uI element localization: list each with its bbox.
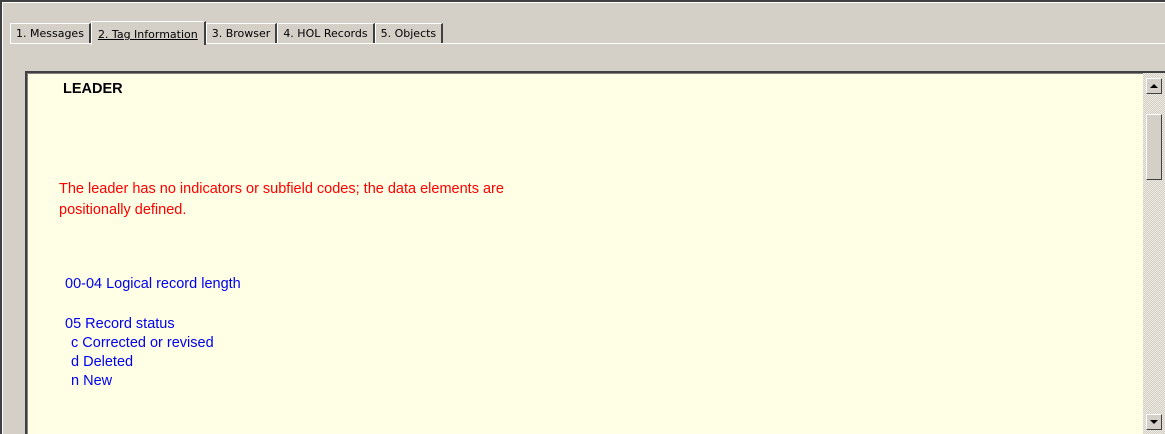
tab-label: 3. Browser	[211, 27, 271, 40]
tag-information-panel: LEADER The leader has no indicators or s…	[25, 71, 1165, 434]
tab-tag-information[interactable]: 2. Tag Information	[90, 21, 206, 45]
tab-objects[interactable]: 5. Objects	[374, 23, 444, 43]
position-entry: 05 Record status c Corrected or revised …	[65, 315, 241, 391]
leader-note-line: positionally defined.	[59, 202, 187, 218]
tab-label: 5. Objects	[380, 27, 437, 40]
tab-label: 4. HOL Records	[283, 27, 368, 40]
position-entry-title: 05 Record status	[65, 316, 175, 332]
tag-information-content[interactable]: LEADER The leader has no indicators or s…	[27, 73, 1140, 434]
position-entry-code: n New	[71, 373, 113, 389]
scroll-up-button[interactable]	[1146, 78, 1162, 94]
leader-note: The leader has no indicators or subfield…	[59, 179, 699, 221]
position-entry-code: d Deleted	[71, 354, 134, 370]
vertical-scrollbar[interactable]	[1143, 73, 1165, 434]
scrollbar-thumb[interactable]	[1146, 114, 1162, 180]
scroll-down-arrow-icon	[1150, 420, 1158, 424]
position-entry-code: c Corrected or revised	[71, 335, 214, 351]
scroll-up-arrow-icon	[1150, 84, 1158, 88]
tab-strip: 1. Messages 2. Tag Information 3. Browse…	[10, 17, 444, 45]
window-frame-highlight-top	[2, 2, 1165, 3]
position-entries: 00-04 Logical record length 05 Record st…	[65, 275, 241, 391]
tag-heading: LEADER	[63, 81, 123, 97]
tab-label: 2. Tag Information	[97, 28, 198, 41]
position-entry: 00-04 Logical record length	[65, 275, 241, 294]
leader-note-line: The leader has no indicators or subfield…	[59, 181, 504, 197]
scroll-down-button[interactable]	[1146, 414, 1162, 430]
tab-messages[interactable]: 1. Messages	[10, 23, 91, 43]
position-entry-title: 00-04 Logical record length	[65, 276, 241, 292]
tab-hol-records[interactable]: 4. HOL Records	[277, 23, 375, 43]
tab-browser[interactable]: 3. Browser	[205, 23, 278, 43]
window-frame-highlight-left	[2, 2, 3, 434]
tab-label: 1. Messages	[16, 27, 84, 40]
